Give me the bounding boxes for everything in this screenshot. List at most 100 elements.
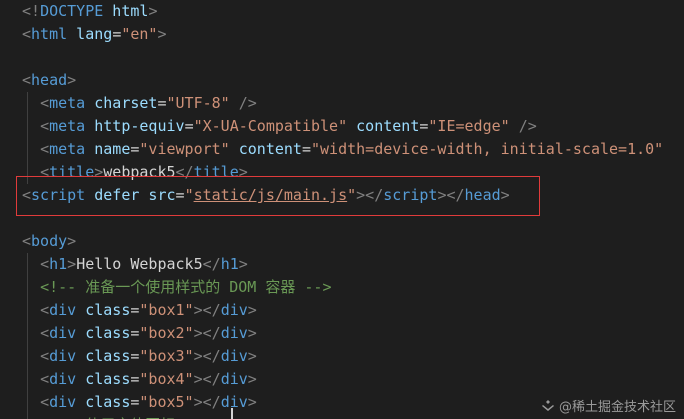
code-token: = — [301, 140, 311, 158]
code-token: < — [40, 94, 50, 112]
code-token: /> — [509, 117, 537, 135]
code-line: <!DOCTYPE html> — [22, 0, 157, 23]
code-token: "width=device-width, initial-scale=1.0" — [311, 140, 664, 158]
code-token: ></ — [193, 347, 221, 365]
code-token: div — [220, 347, 248, 365]
code-token: > — [247, 324, 257, 342]
code-token: ></ — [193, 301, 221, 319]
code-token: meta — [49, 140, 86, 158]
code-token: "IE=edge" — [428, 117, 510, 135]
code-line: <html lang="en"> — [22, 23, 167, 46]
code-token: head — [31, 71, 68, 89]
code-token: /> — [229, 94, 257, 112]
code-token: div — [220, 301, 248, 319]
code-token: html — [103, 2, 149, 20]
code-token: > — [148, 2, 158, 20]
code-token: < — [40, 324, 50, 342]
code-line: <meta charset="UTF-8" /> — [22, 92, 257, 115]
code-token: class — [76, 301, 131, 319]
code-token: ></ — [193, 393, 221, 411]
code-token: > — [247, 301, 257, 319]
code-token: Hello Webpack5 — [76, 255, 203, 273]
code-token: div — [220, 370, 248, 388]
code-line: <div class="box2"></div> — [22, 322, 257, 345]
code-token: "X-UA-Compatible" — [193, 117, 348, 135]
code-token: name — [85, 140, 131, 158]
code-line: <h1>Hello Webpack5</h1> — [22, 253, 248, 276]
code-token: content — [229, 140, 302, 158]
code-editor[interactable]: <!DOCTYPE html> <html lang="en"> <head> <m… — [0, 0, 684, 419]
code-token: class — [76, 347, 131, 365]
code-token: = — [157, 94, 167, 112]
code-token: "box2" — [139, 324, 194, 342]
code-token: < — [40, 255, 50, 273]
code-line: <head> — [22, 69, 76, 92]
code-token: = — [184, 117, 194, 135]
code-line: <div class="box3"></div> — [22, 345, 257, 368]
code-token: < — [40, 301, 50, 319]
code-token: "box4" — [139, 370, 194, 388]
code-token: class — [76, 324, 131, 342]
code-token: http-equiv — [85, 117, 185, 135]
code-token: div — [49, 324, 77, 342]
code-token: class — [76, 370, 131, 388]
code-token: < — [40, 140, 50, 158]
code-token: DOCTYPE — [40, 2, 104, 20]
code-line: <meta name="viewport" content="width=dev… — [22, 138, 663, 161]
code-token: <! — [22, 2, 41, 20]
code-token: ></ — [193, 370, 221, 388]
code-line: <div class="box5"></div> — [22, 391, 257, 414]
code-line: <!-- 使用字体图标 --> — [22, 414, 211, 419]
code-token: "viewport" — [139, 140, 230, 158]
code-token: content — [347, 117, 420, 135]
code-token: charset — [85, 94, 158, 112]
code-token: "en" — [121, 25, 158, 43]
code-line: <body> — [22, 230, 76, 253]
code-line: <!-- 准备一个使用样式的 DOM 容器 --> — [22, 276, 331, 299]
watermark: @稀土掘金技术社区 — [541, 396, 676, 415]
code-token: < — [22, 71, 32, 89]
juejin-logo-icon — [541, 399, 554, 411]
code-token: = — [112, 25, 122, 43]
code-token: </ — [202, 255, 221, 273]
code-token: "box1" — [139, 301, 194, 319]
code-token: < — [40, 347, 50, 365]
code-token: > — [157, 25, 167, 43]
code-line: <div class="box1"></div> — [22, 299, 257, 322]
code-token: > — [238, 255, 248, 273]
code-token: > — [67, 232, 77, 250]
code-token: meta — [49, 94, 86, 112]
code-token: h1 — [220, 255, 239, 273]
code-token: h1 — [49, 255, 68, 273]
code-token: body — [31, 232, 68, 250]
watermark-text: @稀土掘金技术社区 — [558, 400, 676, 415]
code-token: < — [40, 117, 50, 135]
code-line: <div class="box4"></div> — [22, 368, 257, 391]
code-token: > — [247, 347, 257, 365]
code-token: div — [49, 347, 77, 365]
text-cursor — [231, 408, 233, 419]
code-token: div — [49, 393, 77, 411]
code-token: < — [40, 393, 50, 411]
code-token: > — [247, 393, 257, 411]
code-token: div — [49, 301, 77, 319]
code-token: html — [31, 25, 68, 43]
code-token: "UTF-8" — [166, 94, 230, 112]
code-token: class — [76, 393, 131, 411]
code-token: < — [22, 232, 32, 250]
code-token: lang — [67, 25, 113, 43]
code-token: meta — [49, 117, 86, 135]
code-line: <meta http-equiv="X-UA-Compatible" conte… — [22, 115, 537, 138]
code-token: "box3" — [139, 347, 194, 365]
highlight-box — [16, 176, 540, 216]
code-token: < — [22, 25, 32, 43]
